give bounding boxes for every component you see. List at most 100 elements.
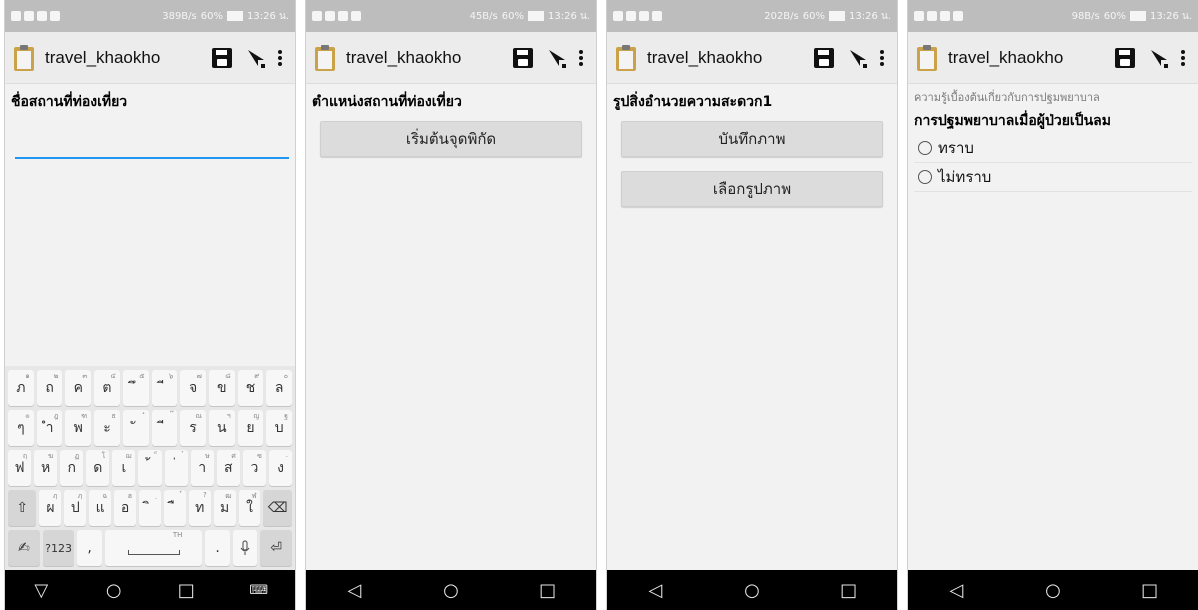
start-coordinates-button[interactable]: เริ่มต้นจุดพิกัด [320, 121, 582, 157]
home-nav-icon[interactable]: ○ [431, 580, 471, 601]
keyboard-switch-icon[interactable]: ⌨ [239, 583, 279, 598]
key-kr4-2[interactable]: ฉแ [89, 490, 112, 526]
comma-key[interactable]: , [77, 530, 102, 566]
more-options-button[interactable] [273, 43, 287, 73]
save-button[interactable] [1112, 43, 1138, 73]
key-kr4-5[interactable]: ์ื [163, 490, 186, 526]
key-kr4-7[interactable]: ฒม [213, 490, 236, 526]
space-key[interactable]: TH [104, 530, 203, 566]
question-label: ตำแหน่งสถานที่ท่องเที่ยว [312, 94, 462, 110]
key-kr3-5[interactable]: ็้ [138, 450, 162, 486]
key-kr2-8[interactable]: ญย [237, 410, 264, 446]
app-bar: travel_khaokho [5, 32, 295, 84]
more-options-button[interactable] [574, 43, 588, 73]
nav-bar: ▽ ○ □ ⌨ [5, 570, 295, 610]
clipboard-icon [916, 44, 938, 72]
back-nav-icon[interactable]: ▽ [21, 580, 61, 601]
key-kr4-0[interactable]: ฦผ [39, 490, 62, 526]
handwriting-key[interactable]: ✍ [8, 530, 40, 566]
recents-nav-icon[interactable]: □ [829, 580, 869, 601]
phone-screen-2: 45B/s 60% 13:26 น. travel_khaokho ตำแหน่… [306, 0, 596, 610]
key-kr3-4[interactable]: ฌเ [112, 450, 136, 486]
home-nav-icon[interactable]: ○ [732, 580, 772, 601]
app-title: travel_khaokho [346, 47, 462, 67]
key-kr3-1[interactable]: ฆห [34, 450, 58, 486]
key-kr3-6[interactable]: ๋่ [164, 450, 188, 486]
take-photo-button[interactable]: บันทึกภาพ [621, 121, 883, 157]
nav-bar: ◁ ○ □ [908, 570, 1198, 610]
more-options-button[interactable] [1176, 43, 1190, 73]
key-kr3-2[interactable]: ฏก [60, 450, 84, 486]
option-know[interactable]: ทราบ [914, 134, 1192, 163]
key-kr2-1[interactable]: ฎำ [36, 410, 63, 446]
key-hint: ษ [205, 452, 210, 460]
key-kr1-9[interactable]: ๐ล [266, 370, 293, 406]
key-kr2-6[interactable]: ณร [180, 410, 206, 446]
back-nav-icon[interactable]: ◁ [936, 580, 976, 601]
radio-icon[interactable] [918, 141, 932, 155]
send-button[interactable] [243, 43, 269, 73]
network-speed: 45B/s [469, 10, 498, 22]
key-kr1-4[interactable]: ๕ึ [122, 370, 149, 406]
key-kr4-8[interactable]: ฬใ [238, 490, 261, 526]
key-kr1-5[interactable]: ๖ี [151, 370, 178, 406]
backspace-key[interactable]: ⌫ [263, 490, 292, 526]
option-dont-know[interactable]: ไม่ทราบ [914, 163, 1192, 192]
key-kr2-5[interactable]: ๊ี [151, 410, 178, 446]
arrow-down-right-icon [248, 49, 265, 68]
radio-icon[interactable] [918, 170, 932, 184]
send-button[interactable] [1146, 43, 1172, 73]
choose-image-button[interactable]: เลือกรูปภาพ [621, 171, 883, 207]
key-kr3-3[interactable]: โด [86, 450, 110, 486]
key-kr3-10[interactable]: .ง [268, 450, 293, 486]
form-content: รูปสิ่งอำนวยความสะดวก1 บันทึกภาพ เลือกรู… [607, 85, 897, 570]
key-kr3-0[interactable]: ฤฟ [8, 450, 32, 486]
key-kr3-8[interactable]: ศส [216, 450, 240, 486]
key-kr1-6[interactable]: ๗จ [180, 370, 206, 406]
key-kr1-1[interactable]: ๒ถ [36, 370, 63, 406]
home-nav-icon[interactable]: ○ [1033, 580, 1073, 601]
shift-key[interactable]: ⇧ [8, 490, 37, 526]
mic-key[interactable] [232, 530, 258, 566]
phone-screen-4: 98B/s 60% 13:26 น. travel_khaokho ความรู… [908, 0, 1198, 610]
place-name-input[interactable] [15, 127, 289, 159]
key-kr1-7[interactable]: ๘ข [208, 370, 235, 406]
key-kr2-9[interactable]: ฐบ [266, 410, 293, 446]
recents-nav-icon[interactable]: □ [1130, 580, 1170, 601]
save-button[interactable] [811, 43, 837, 73]
key-hint: ๓ [82, 372, 88, 380]
key-hint: ฦ [77, 492, 83, 500]
save-button[interactable] [510, 43, 536, 73]
recents-nav-icon[interactable]: □ [166, 580, 206, 601]
key-kr1-0[interactable]: ๑ภ [8, 370, 34, 406]
key-kr3-7[interactable]: ษา [190, 450, 214, 486]
more-options-button[interactable] [875, 43, 889, 73]
key-kr2-4[interactable]: ํั [122, 410, 149, 446]
key-kr1-2[interactable]: ๓ค [65, 370, 92, 406]
key-kr4-3[interactable]: ฮอ [114, 490, 137, 526]
key-kr2-2[interactable]: ฑพ [65, 410, 92, 446]
period-key[interactable]: . [205, 530, 230, 566]
key-kr1-3[interactable]: ๔ต [94, 370, 120, 406]
key-kr4-1[interactable]: ฦป [64, 490, 87, 526]
key-hint: ฑ [81, 412, 88, 420]
key-kr2-7[interactable]: ฯน [208, 410, 235, 446]
key-kr2-3[interactable]: ธะ [94, 410, 120, 446]
key-kr3-9[interactable]: ซว [242, 450, 266, 486]
send-button[interactable] [544, 43, 570, 73]
key-kr4-4[interactable]: ฺิ [139, 490, 161, 526]
enter-key[interactable]: ⏎ [260, 530, 292, 566]
save-button[interactable] [209, 43, 235, 73]
home-nav-icon[interactable]: ○ [94, 580, 134, 601]
back-nav-icon[interactable]: ◁ [334, 580, 374, 601]
key-kr2-0[interactable]: ๏ๆ [8, 410, 34, 446]
symbols-key[interactable]: ?123 [42, 530, 75, 566]
recents-nav-icon[interactable]: □ [528, 580, 568, 601]
back-nav-icon[interactable]: ◁ [635, 580, 675, 601]
question-label: การปฐมพยาบาลเมื่อผู้ป่วยเป็นลม [914, 113, 1111, 129]
key-hint: ฯ [226, 412, 231, 420]
send-button[interactable] [845, 43, 871, 73]
key-hint: ๏ [25, 412, 30, 420]
key-kr1-8[interactable]: ๙ช [237, 370, 264, 406]
key-kr4-6[interactable]: ? ท [188, 490, 211, 526]
